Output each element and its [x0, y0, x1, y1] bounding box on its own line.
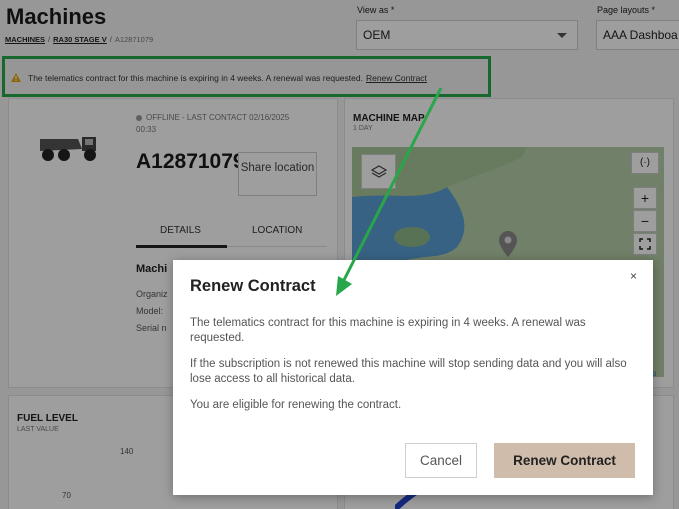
dialog-paragraph-eligible: You are eligible for renewing the contra… — [190, 399, 402, 411]
dialog-title: Renew Contract — [190, 277, 316, 295]
dialog-paragraph-expiry: The telematics contract for this machine… — [190, 317, 586, 344]
close-icon[interactable]: × — [630, 269, 637, 283]
renew-contract-dialog: Renew Contract × The telematics contract… — [173, 260, 653, 495]
cancel-button[interactable]: Cancel — [405, 443, 477, 478]
dialog-paragraph-warning: If the subscription is not renewed this … — [190, 358, 627, 385]
renew-contract-button[interactable]: Renew Contract — [494, 443, 635, 478]
